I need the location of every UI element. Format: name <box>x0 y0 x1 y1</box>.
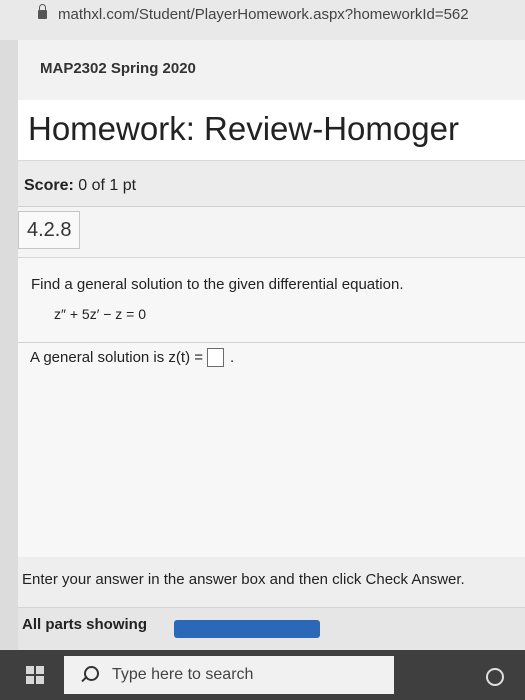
question-content: Find a general solution to the given dif… <box>18 257 525 558</box>
windows-start-icon[interactable] <box>26 666 44 684</box>
windows-taskbar: Type here to search <box>0 650 525 700</box>
lock-icon <box>38 4 47 19</box>
question-number-bar: 4.2.8 <box>18 207 525 257</box>
parts-bar: All parts showing <box>18 608 525 650</box>
parts-label: All parts showing <box>22 616 148 633</box>
search-placeholder: Type here to search <box>112 666 254 683</box>
instruction-text: Enter your answer in the answer box and … <box>22 571 465 588</box>
parts-progress-bar[interactable] <box>174 620 320 638</box>
course-name: MAP2302 Spring 2020 <box>40 60 196 77</box>
homework-header: Homework: Review-Homoger <box>18 100 525 161</box>
cortana-icon[interactable] <box>486 668 504 686</box>
course-header: MAP2302 Spring 2020 <box>18 40 525 101</box>
answer-input-box[interactable] <box>207 348 225 367</box>
score-text: Score: 0 of 1 pt <box>24 177 136 195</box>
score-value: 0 of 1 pt <box>78 177 137 194</box>
url-text[interactable]: mathxl.com/Student/PlayerHomework.aspx?h… <box>58 6 469 23</box>
question-number: 4.2.8 <box>18 211 81 249</box>
divider <box>18 342 525 343</box>
instruction-bar: Enter your answer in the answer box and … <box>18 557 525 608</box>
score-label: Score: <box>24 177 74 194</box>
differential-equation: z″ + 5z′ − z = 0 <box>54 306 147 322</box>
homework-title: Homework: Review-Homoger <box>28 110 459 147</box>
answer-suffix: . <box>230 349 235 366</box>
question-prompt: Find a general solution to the given dif… <box>31 276 404 293</box>
score-bar: Score: 0 of 1 pt <box>18 161 525 207</box>
taskbar-search-box[interactable]: Type here to search <box>64 656 394 694</box>
browser-address-bar[interactable]: mathxl.com/Student/PlayerHomework.aspx?h… <box>0 0 525 40</box>
answer-prefix: A general solution is z(t) = <box>30 349 204 366</box>
answer-line: A general solution is z(t) = . <box>30 348 234 367</box>
search-icon <box>84 666 99 681</box>
